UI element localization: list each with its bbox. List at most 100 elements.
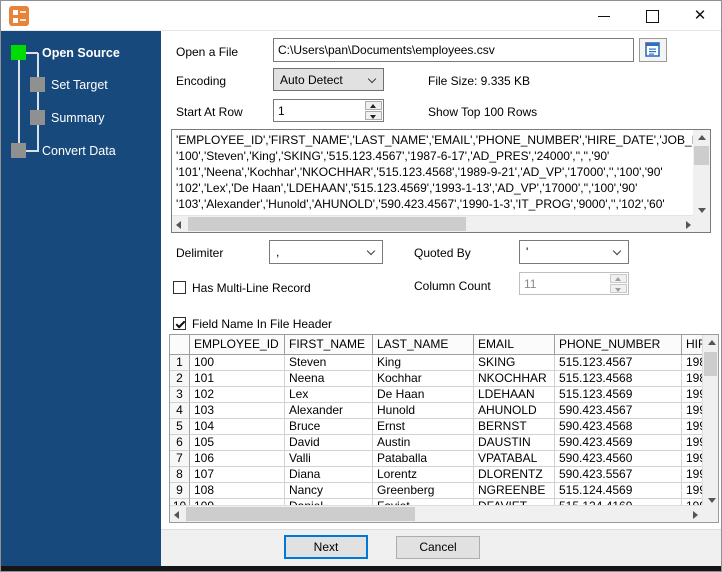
table-cell[interactable]: Hunold — [373, 403, 474, 419]
field-name-header-label[interactable]: Field Name In File Header — [192, 317, 332, 331]
row-number[interactable]: 2 — [170, 371, 190, 387]
table-cell[interactable]: Ernst — [373, 419, 474, 435]
table-cell[interactable]: Pataballa — [373, 451, 474, 467]
table-cell[interactable]: De Haan — [373, 387, 474, 403]
sidebar-item-open-source[interactable]: Open Source — [42, 46, 120, 61]
table-cell[interactable]: 1999 — [682, 467, 702, 483]
preview-vertical-scrollbar[interactable] — [693, 130, 710, 217]
close-button[interactable]: ✕ — [681, 1, 719, 31]
column-header[interactable]: LAST_NAME — [373, 335, 474, 355]
table-cell[interactable]: Valli — [285, 451, 373, 467]
row-number[interactable]: 8 — [170, 467, 190, 483]
quoted-by-select[interactable]: ' — [519, 240, 629, 264]
table-cell[interactable]: 100 — [190, 355, 285, 371]
table-cell[interactable]: BERNST — [474, 419, 555, 435]
multiline-record-label[interactable]: Has Multi-Line Record — [192, 281, 311, 295]
table-cell[interactable]: 108 — [190, 483, 285, 499]
grid-corner-header[interactable] — [170, 335, 190, 355]
sidebar-item-summary[interactable]: Summary — [51, 111, 104, 126]
sidebar-item-set-target[interactable]: Set Target — [51, 78, 108, 93]
table-cell[interactable]: 104 — [190, 419, 285, 435]
row-number[interactable]: 1 — [170, 355, 190, 371]
grid-horizontal-scrollbar[interactable] — [170, 505, 702, 522]
table-cell[interactable]: Greenberg — [373, 483, 474, 499]
table-cell[interactable]: King — [373, 355, 474, 371]
row-number[interactable]: 6 — [170, 435, 190, 451]
table-cell[interactable]: DLORENTZ — [474, 467, 555, 483]
table-cell[interactable]: DAUSTIN — [474, 435, 555, 451]
raw-preview-box[interactable]: 'EMPLOYEE_ID','FIRST_NAME','LAST_NAME','… — [171, 129, 711, 233]
table-cell[interactable]: 1987 — [682, 355, 702, 371]
table-cell[interactable]: 102 — [190, 387, 285, 403]
table-cell[interactable]: 1989 — [682, 371, 702, 387]
table-cell[interactable]: Steven — [285, 355, 373, 371]
spin-up-button[interactable] — [365, 101, 382, 110]
table-cell[interactable]: 106 — [190, 451, 285, 467]
scrollbar-thumb[interactable] — [704, 352, 717, 376]
delimiter-select[interactable]: , — [269, 240, 383, 264]
sidebar-item-convert-data[interactable]: Convert Data — [42, 144, 116, 159]
row-number[interactable]: 5 — [170, 419, 190, 435]
minimize-button[interactable] — [587, 1, 621, 31]
table-cell[interactable]: 1990 — [682, 403, 702, 419]
table-cell[interactable]: NKOCHHAR — [474, 371, 555, 387]
table-cell[interactable]: Bruce — [285, 419, 373, 435]
table-cell[interactable]: Nancy — [285, 483, 373, 499]
table-cell[interactable]: 1997 — [682, 435, 702, 451]
table-cell[interactable]: Lex — [285, 387, 373, 403]
table-cell[interactable]: SKING — [474, 355, 555, 371]
column-header[interactable]: PHONE_NUMBER — [555, 335, 682, 355]
table-cell[interactable]: 590.423.4569 — [555, 435, 682, 451]
table-cell[interactable]: Alexander — [285, 403, 373, 419]
grid-vertical-scrollbar[interactable] — [702, 335, 718, 507]
table-cell[interactable]: 1998 — [682, 451, 702, 467]
column-header[interactable]: EMPLOYEE_ID — [190, 335, 285, 355]
preview-horizontal-scrollbar[interactable] — [172, 215, 695, 232]
table-cell[interactable]: 1994 — [682, 483, 702, 499]
table-cell[interactable]: 515.123.4569 — [555, 387, 682, 403]
table-cell[interactable]: David — [285, 435, 373, 451]
table-cell[interactable]: 515.123.4568 — [555, 371, 682, 387]
table-cell[interactable]: 590.423.4568 — [555, 419, 682, 435]
row-number[interactable]: 9 — [170, 483, 190, 499]
table-cell[interactable]: 107 — [190, 467, 285, 483]
scroll-up-icon[interactable] — [693, 130, 710, 145]
row-number[interactable]: 7 — [170, 451, 190, 467]
table-cell[interactable]: Diana — [285, 467, 373, 483]
cancel-button[interactable]: Cancel — [396, 536, 480, 559]
table-cell[interactable]: NGREENBE — [474, 483, 555, 499]
scroll-left-icon[interactable] — [172, 216, 187, 232]
file-path-input[interactable] — [273, 38, 634, 62]
table-cell[interactable]: 590.423.4567 — [555, 403, 682, 419]
multiline-record-checkbox[interactable] — [173, 281, 186, 294]
table-cell[interactable]: 1991 — [682, 419, 702, 435]
column-header[interactable]: EMAIL — [474, 335, 555, 355]
table-cell[interactable]: 515.124.4569 — [555, 483, 682, 499]
table-cell[interactable]: 515.123.4567 — [555, 355, 682, 371]
next-button[interactable]: Next — [284, 535, 368, 559]
encoding-select[interactable]: Auto Detect — [273, 68, 384, 91]
table-cell[interactable]: Austin — [373, 435, 474, 451]
start-at-row-input[interactable] — [274, 100, 363, 121]
table-cell[interactable]: 105 — [190, 435, 285, 451]
table-cell[interactable]: 1993 — [682, 387, 702, 403]
scrollbar-thumb[interactable] — [188, 217, 466, 231]
column-header[interactable]: HIRE_DATE — [682, 335, 704, 355]
maximize-button[interactable] — [635, 1, 669, 31]
column-header[interactable]: FIRST_NAME — [285, 335, 373, 355]
table-cell[interactable]: LDEHAAN — [474, 387, 555, 403]
table-cell[interactable]: 590.423.4560 — [555, 451, 682, 467]
table-cell[interactable]: 103 — [190, 403, 285, 419]
scrollbar-thumb[interactable] — [186, 507, 415, 521]
spin-down-button[interactable] — [365, 111, 382, 120]
scrollbar-thumb[interactable] — [694, 146, 709, 165]
table-cell[interactable]: Neena — [285, 371, 373, 387]
scroll-right-icon[interactable] — [687, 506, 702, 522]
scroll-up-icon[interactable] — [703, 335, 718, 350]
table-cell[interactable]: AHUNOLD — [474, 403, 555, 419]
browse-file-button[interactable] — [639, 38, 667, 62]
scroll-left-icon[interactable] — [170, 506, 185, 522]
row-number[interactable]: 3 — [170, 387, 190, 403]
field-name-header-checkbox[interactable] — [173, 317, 186, 330]
table-cell[interactable]: 590.423.5567 — [555, 467, 682, 483]
